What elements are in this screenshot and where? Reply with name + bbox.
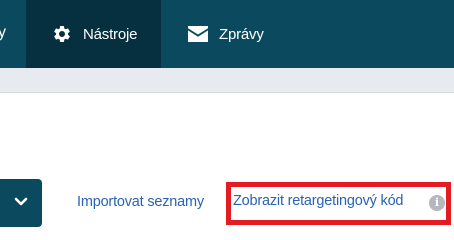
- nav-item-messages-label: Zprávy: [219, 25, 264, 43]
- dropdown-toggle-button[interactable]: [0, 179, 42, 227]
- show-retargeting-code-link[interactable]: Zobrazit retargetingový kód: [233, 193, 404, 209]
- info-icon[interactable]: i: [429, 195, 445, 211]
- nav-item-tools[interactable]: Nástroje: [26, 0, 161, 68]
- nav-item-previous-label: y: [0, 24, 6, 41]
- nav-item-messages[interactable]: Zprávy: [161, 0, 311, 68]
- chevron-down-icon: [14, 194, 28, 212]
- envelope-icon: [187, 23, 209, 45]
- top-navigation: y Nástroje Zprávy: [0, 0, 454, 68]
- gear-icon: [51, 23, 73, 45]
- nav-item-previous[interactable]: y: [0, 0, 26, 68]
- import-lists-link[interactable]: Importovat seznamy: [77, 194, 204, 210]
- sub-toolbar: [0, 68, 454, 93]
- nav-item-tools-label: Nástroje: [83, 25, 138, 43]
